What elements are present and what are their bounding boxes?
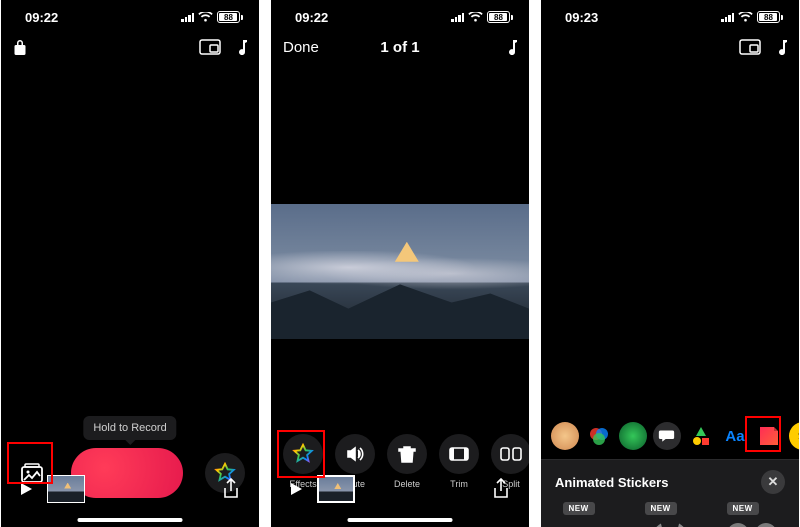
battery-icon: 88 bbox=[757, 11, 783, 23]
effect-shapes-icon[interactable] bbox=[687, 422, 715, 450]
signal-icon bbox=[181, 12, 194, 22]
signal-icon bbox=[721, 12, 734, 22]
status-right: 88 bbox=[181, 11, 243, 23]
home-indicator bbox=[348, 518, 453, 522]
sticker-dog[interactable]: NEW bbox=[551, 502, 626, 527]
music-icon[interactable] bbox=[775, 39, 787, 55]
share-button[interactable] bbox=[217, 475, 245, 503]
status-right: 88 bbox=[721, 11, 783, 23]
timeline bbox=[271, 475, 529, 503]
status-bar: 09:23 88 bbox=[541, 0, 799, 30]
effect-color-icon[interactable] bbox=[619, 422, 647, 450]
wifi-icon bbox=[198, 12, 213, 23]
status-right: 88 bbox=[451, 11, 513, 23]
music-icon[interactable] bbox=[235, 39, 247, 55]
nav-bar: Done 1 of 1 bbox=[271, 30, 529, 64]
nav-bar bbox=[541, 30, 799, 64]
aspect-icon[interactable] bbox=[739, 39, 761, 55]
wifi-icon bbox=[468, 12, 483, 23]
battery-icon: 88 bbox=[487, 11, 513, 23]
new-badge: NEW bbox=[645, 502, 677, 515]
clip-thumbnail[interactable] bbox=[47, 475, 85, 503]
play-button[interactable] bbox=[285, 478, 307, 500]
done-button[interactable]: Done bbox=[283, 39, 319, 56]
aspect-icon[interactable] bbox=[199, 39, 221, 55]
status-bar: 09:22 88 bbox=[1, 0, 259, 30]
wifi-icon bbox=[738, 12, 753, 23]
stickers-grid: NEW NEW bbox=[541, 496, 799, 527]
status-bar: 09:22 88 bbox=[271, 0, 529, 30]
status-time: 09:22 bbox=[25, 10, 58, 25]
effect-stickers-icon[interactable] bbox=[755, 422, 783, 450]
nav-bar bbox=[1, 30, 259, 64]
lock-icon bbox=[13, 38, 27, 56]
video-preview[interactable] bbox=[271, 204, 529, 339]
sticker-cat-ears[interactable]: NEW bbox=[633, 502, 708, 527]
effect-filters-icon[interactable] bbox=[585, 422, 613, 450]
clip-thumbnail[interactable] bbox=[317, 475, 355, 503]
signal-icon bbox=[451, 12, 464, 22]
play-button[interactable] bbox=[15, 478, 37, 500]
close-button[interactable]: ✕ bbox=[761, 470, 785, 494]
share-button[interactable] bbox=[487, 475, 515, 503]
timeline bbox=[1, 475, 259, 503]
effect-speech-icon[interactable] bbox=[653, 422, 681, 450]
music-icon[interactable] bbox=[505, 39, 517, 55]
hold-to-record-tooltip: Hold to Record bbox=[83, 416, 176, 440]
screen-stickers: 09:23 88 bbox=[541, 0, 799, 527]
effect-emoji-icon[interactable] bbox=[789, 422, 799, 450]
effects-category-strip: Aa bbox=[541, 422, 799, 450]
status-time: 09:23 bbox=[565, 10, 598, 25]
screen-edit: 09:22 88 Done 1 of 1 bbox=[271, 0, 529, 527]
effect-memoji-icon[interactable] bbox=[551, 422, 579, 450]
effect-text-icon[interactable]: Aa bbox=[721, 422, 749, 450]
screen-record: 09:22 88 Hold to Record bbox=[1, 0, 259, 527]
battery-icon: 88 bbox=[217, 11, 243, 23]
content-area: Effects Mute Delete Trim bbox=[271, 64, 529, 527]
content-area: Aa Animated Stickers ✕ NEW bbox=[541, 64, 799, 527]
content-area: Hold to Record bbox=[1, 64, 259, 527]
home-indicator bbox=[78, 518, 183, 522]
panel-title: Animated Stickers bbox=[555, 475, 668, 490]
status-time: 09:22 bbox=[295, 10, 328, 25]
sticker-mouse[interactable]: NEW bbox=[715, 502, 790, 527]
new-badge: NEW bbox=[563, 502, 595, 515]
new-badge: NEW bbox=[727, 502, 759, 515]
